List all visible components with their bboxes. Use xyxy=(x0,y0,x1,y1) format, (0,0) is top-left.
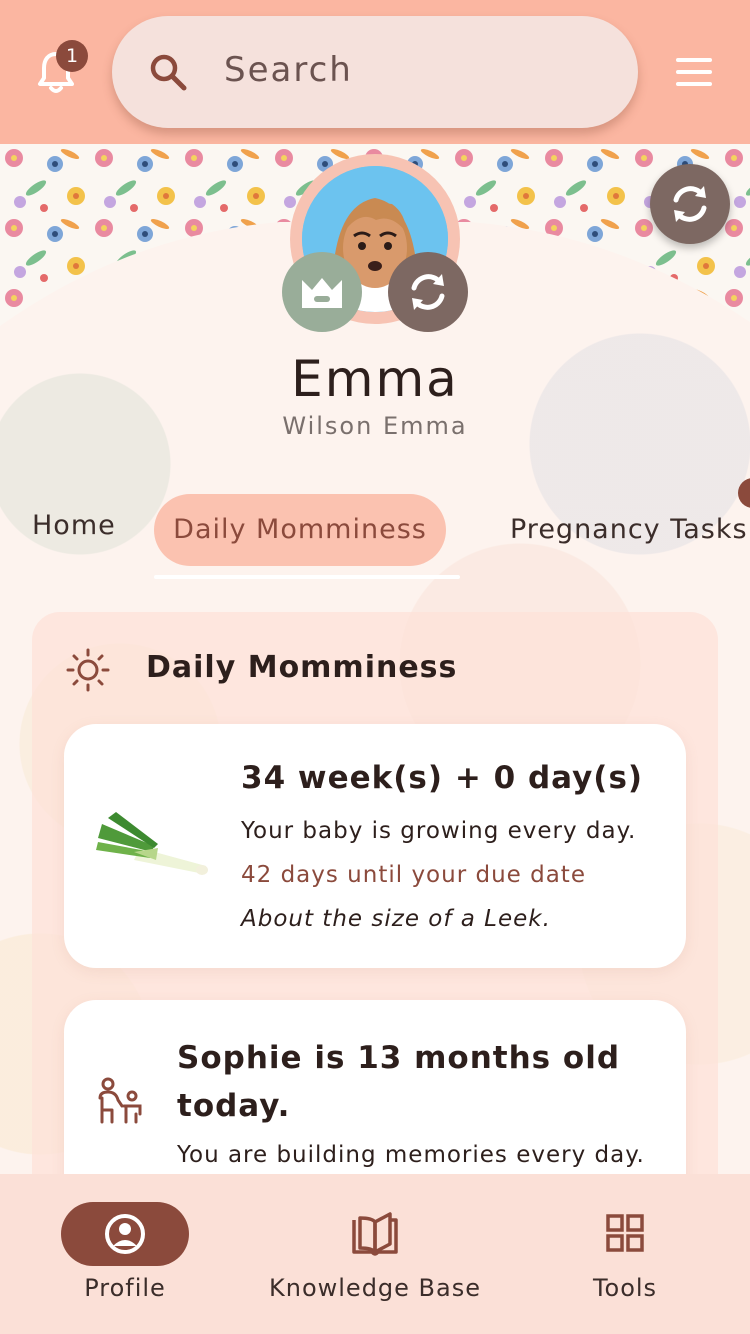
child-age-message: You are building memories every day. xyxy=(177,1142,645,1168)
section-title: Daily Momminess xyxy=(146,650,458,685)
crown-icon xyxy=(302,278,342,308)
sun-icon xyxy=(66,648,110,692)
pregnancy-week: 34 week(s) + 0 day(s) xyxy=(241,760,644,796)
book-icon[interactable] xyxy=(350,1212,400,1256)
tab-indicator xyxy=(154,575,460,579)
leek-image xyxy=(96,812,208,875)
pregnancy-message: Your baby is growing every day. xyxy=(241,818,637,844)
refresh-icon xyxy=(411,274,445,310)
nav-tools-label[interactable]: Tools xyxy=(560,1274,690,1302)
nav-profile-button[interactable] xyxy=(61,1202,189,1266)
search-bar[interactable]: Search xyxy=(112,16,638,128)
premium-crown-button[interactable] xyxy=(282,252,362,332)
parent-child-icon xyxy=(98,1077,142,1124)
due-date-countdown: 42 days until your due date xyxy=(241,862,586,888)
search-icon xyxy=(150,54,187,91)
nav-knowledge-base-label[interactable]: Knowledge Base xyxy=(255,1274,495,1302)
top-bar: 1 Search xyxy=(0,0,750,144)
tab-pregnancy-tasks[interactable]: Pregnancy Tasks xyxy=(510,514,748,545)
refresh-background-button[interactable] xyxy=(650,164,730,244)
refresh-icon xyxy=(673,186,707,222)
tab-home[interactable]: Home xyxy=(32,510,116,541)
change-avatar-button[interactable] xyxy=(388,252,468,332)
profile-subname: Wilson Emma xyxy=(282,412,468,440)
profile-name: Emma xyxy=(291,350,459,408)
baby-size: About the size of a Leek. xyxy=(241,906,551,932)
search-placeholder: Search xyxy=(224,50,353,90)
child-age-title: Sophie is 13 months old today. xyxy=(177,1040,621,1124)
tab-daily-momminess[interactable]: Daily Momminess xyxy=(154,494,446,566)
menu-icon[interactable] xyxy=(676,58,712,86)
grid-icon[interactable] xyxy=(606,1214,644,1252)
profile-icon xyxy=(105,1214,145,1254)
notification-badge: 1 xyxy=(56,40,88,72)
nav-profile-label[interactable]: Profile xyxy=(45,1274,205,1302)
